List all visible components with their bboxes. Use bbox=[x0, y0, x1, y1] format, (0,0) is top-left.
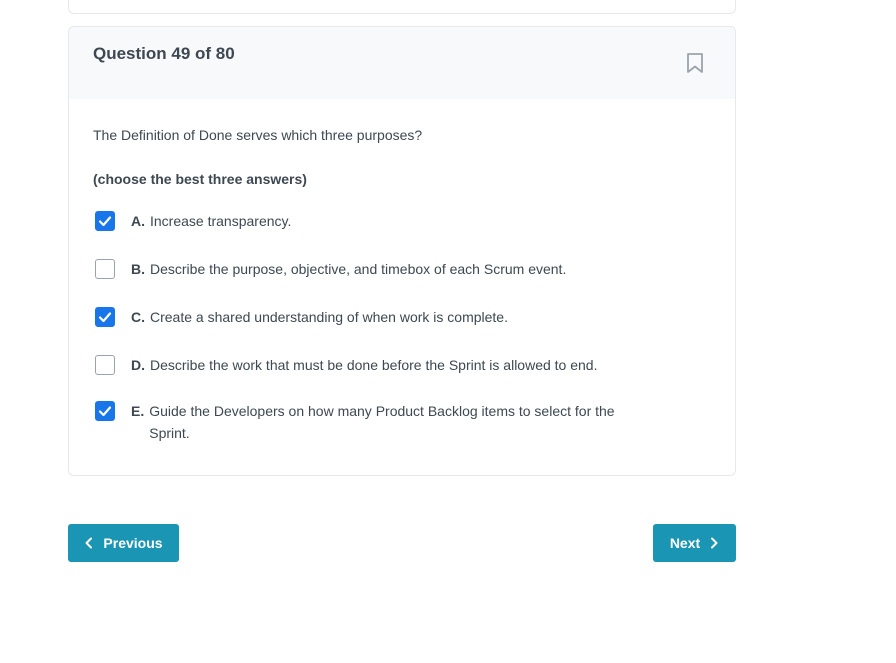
next-button-label: Next bbox=[669, 535, 701, 551]
option-b[interactable]: B. Describe the purpose, objective, and … bbox=[95, 259, 655, 280]
option-label: Describe the work that must be done befo… bbox=[150, 357, 598, 373]
chevron-left-icon bbox=[85, 537, 93, 549]
option-a[interactable]: A. Increase transparency. bbox=[95, 211, 655, 232]
bookmark-icon[interactable] bbox=[685, 52, 705, 74]
option-checkbox[interactable] bbox=[95, 355, 115, 375]
question-card: Question 49 of 80 The Definition of Done… bbox=[68, 26, 736, 476]
next-button[interactable]: Next bbox=[653, 524, 736, 562]
option-checkbox[interactable] bbox=[95, 211, 115, 231]
option-checkbox[interactable] bbox=[95, 259, 115, 279]
option-label: Create a shared understanding of when wo… bbox=[150, 309, 508, 325]
option-label: Describe the purpose, objective, and tim… bbox=[150, 261, 567, 277]
option-checkbox[interactable] bbox=[95, 307, 115, 327]
option-c[interactable]: C. Create a shared understanding of when… bbox=[95, 307, 655, 328]
option-label: Guide the Developers on how many Product… bbox=[149, 403, 615, 441]
checkmark-icon bbox=[98, 312, 112, 323]
question-prompt: The Definition of Done serves which thre… bbox=[93, 127, 423, 143]
option-checkbox[interactable] bbox=[95, 401, 115, 421]
checkmark-icon bbox=[98, 406, 112, 417]
question-header: Question 49 of 80 bbox=[69, 27, 735, 99]
chevron-right-icon bbox=[711, 537, 718, 549]
checkmark-icon bbox=[98, 216, 112, 227]
option-e[interactable]: E. Guide the Developers on how many Prod… bbox=[95, 401, 655, 444]
option-d[interactable]: D. Describe the work that must be done b… bbox=[95, 355, 655, 376]
previous-question-card bbox=[68, 0, 736, 14]
question-instruction: (choose the best three answers) bbox=[93, 171, 307, 187]
option-letter: E. bbox=[131, 403, 145, 419]
previous-button[interactable]: Previous bbox=[68, 524, 179, 562]
option-letter: D. bbox=[131, 357, 145, 373]
option-letter: C. bbox=[131, 309, 145, 325]
question-title: Question 49 of 80 bbox=[93, 44, 235, 63]
option-letter: B. bbox=[131, 261, 145, 277]
option-letter: A. bbox=[131, 213, 145, 229]
previous-button-label: Previous bbox=[103, 535, 163, 551]
option-label: Increase transparency. bbox=[150, 213, 292, 229]
